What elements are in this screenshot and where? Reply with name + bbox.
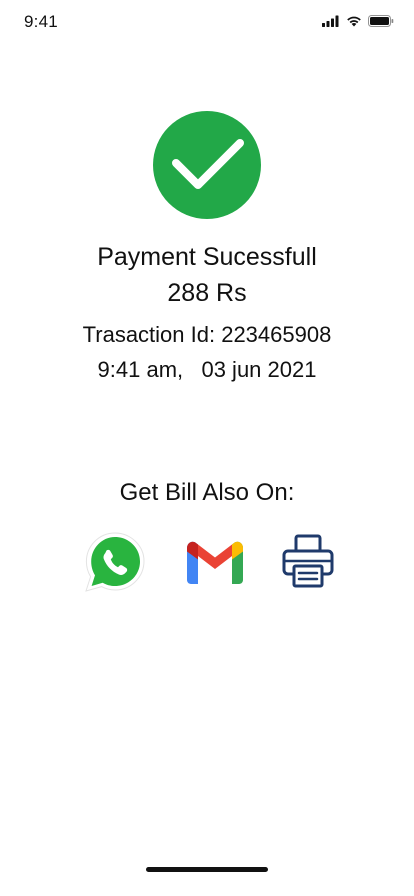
whatsapp-share-button[interactable] <box>83 531 147 593</box>
payment-amount: 288 Rs <box>167 279 247 307</box>
check-circle-icon <box>153 111 261 219</box>
cellular-signal-icon <box>322 15 340 27</box>
battery-icon <box>368 15 394 27</box>
payment-status-title: Payment Sucessfull <box>97 243 317 271</box>
printer-icon <box>276 531 340 593</box>
status-time: 9:41 <box>24 12 58 31</box>
gmail-share-button[interactable] <box>183 531 247 593</box>
wifi-icon <box>346 15 362 27</box>
payment-datetime: 9:41 am, 03 jun 2021 <box>97 357 317 382</box>
status-icons <box>322 15 394 27</box>
bill-share-options <box>0 531 414 593</box>
gmail-icon <box>183 531 247 593</box>
bill-share-heading: Get Bill Also On: <box>119 479 295 506</box>
whatsapp-icon <box>83 531 147 593</box>
print-button[interactable] <box>276 531 340 593</box>
status-bar: 9:41 <box>0 0 414 44</box>
home-indicator[interactable] <box>146 867 268 872</box>
transaction-id: Trasaction Id: 223465908 <box>82 322 332 347</box>
